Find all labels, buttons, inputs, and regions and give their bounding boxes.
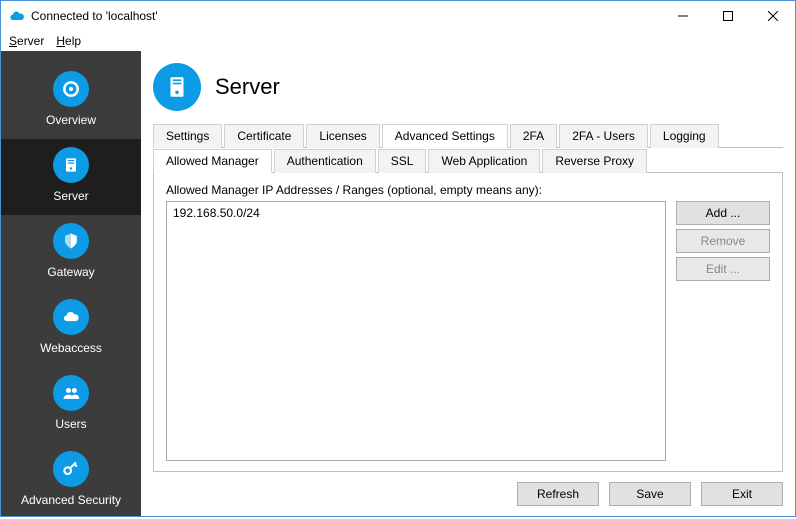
minimize-button[interactable]	[660, 1, 705, 31]
list-item[interactable]: 192.168.50.0/24	[173, 206, 659, 220]
page-header: Server	[153, 59, 783, 123]
tab-licenses[interactable]: Licenses	[306, 124, 379, 148]
menu-help[interactable]: Help	[56, 34, 81, 48]
maximize-button[interactable]	[705, 1, 750, 31]
tab-certificate[interactable]: Certificate	[224, 124, 304, 148]
cloud-icon	[53, 299, 89, 335]
page-title: Server	[215, 74, 280, 100]
sidebar-item-gateway[interactable]: Gateway	[1, 215, 141, 291]
close-button[interactable]	[750, 1, 795, 31]
tab-logging[interactable]: Logging	[650, 124, 719, 148]
window-title: Connected to 'localhost'	[31, 9, 660, 23]
tab-allowed-manager[interactable]: Allowed Manager	[153, 149, 272, 173]
edit-button[interactable]: Edit ...	[676, 257, 770, 281]
tabs-primary: Settings Certificate Licenses Advanced S…	[153, 123, 783, 148]
footer-buttons: Refresh Save Exit	[153, 472, 783, 506]
sidebar-item-label: Gateway	[47, 265, 94, 279]
tab-ssl[interactable]: SSL	[378, 149, 427, 173]
sidebar-item-users[interactable]: Users	[1, 367, 141, 443]
overview-icon	[53, 71, 89, 107]
menu-bar: Server Help	[1, 31, 795, 51]
tab-web-application[interactable]: Web Application	[428, 149, 540, 173]
sidebar-item-label: Webaccess	[40, 341, 102, 355]
tab-reverse-proxy[interactable]: Reverse Proxy	[542, 149, 647, 173]
exit-button[interactable]: Exit	[701, 482, 783, 506]
add-button[interactable]: Add ...	[676, 201, 770, 225]
app-cloud-icon	[9, 8, 25, 24]
shield-icon	[53, 223, 89, 259]
refresh-button[interactable]: Refresh	[517, 482, 599, 506]
sidebar-item-server[interactable]: Server	[1, 139, 141, 215]
tab-2fa-users[interactable]: 2FA - Users	[559, 124, 648, 148]
main-content: Server Settings Certificate Licenses Adv…	[141, 51, 795, 516]
sidebar-item-label: Server	[53, 189, 88, 203]
allowed-ip-label: Allowed Manager IP Addresses / Ranges (o…	[166, 183, 770, 197]
sidebar-item-advanced-security[interactable]: Advanced Security	[1, 443, 141, 519]
title-bar: Connected to 'localhost'	[1, 1, 795, 31]
key-icon	[53, 451, 89, 487]
tab-authentication[interactable]: Authentication	[274, 149, 376, 173]
sidebar: Overview Server Gateway Webaccess Users …	[1, 51, 141, 516]
remove-button[interactable]: Remove	[676, 229, 770, 253]
sidebar-item-webaccess[interactable]: Webaccess	[1, 291, 141, 367]
sidebar-item-label: Advanced Security	[21, 493, 121, 507]
sidebar-item-label: Users	[55, 417, 86, 431]
server-icon	[153, 63, 201, 111]
sidebar-item-overview[interactable]: Overview	[1, 63, 141, 139]
tab-2fa[interactable]: 2FA	[510, 124, 557, 148]
menu-server[interactable]: Server	[9, 34, 44, 48]
allowed-ip-list[interactable]: 192.168.50.0/24	[166, 201, 666, 461]
users-icon	[53, 375, 89, 411]
list-action-buttons: Add ... Remove Edit ...	[676, 201, 770, 461]
allowed-manager-panel: Allowed Manager IP Addresses / Ranges (o…	[153, 173, 783, 472]
tab-advanced-settings[interactable]: Advanced Settings	[382, 124, 508, 148]
tabs-secondary: Allowed Manager Authentication SSL Web A…	[153, 148, 783, 173]
sidebar-item-label: Overview	[46, 113, 96, 127]
server-icon	[53, 147, 89, 183]
save-button[interactable]: Save	[609, 482, 691, 506]
tab-settings[interactable]: Settings	[153, 124, 222, 148]
